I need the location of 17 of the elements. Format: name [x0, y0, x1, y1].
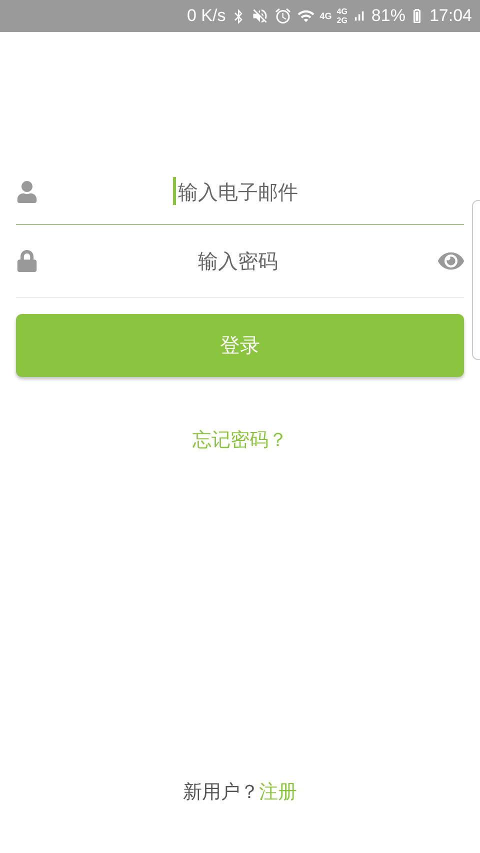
mute-icon [250, 7, 269, 25]
user-icon [16, 181, 38, 203]
password-field[interactable]: 输入密码 [38, 249, 438, 273]
forgot-password-link[interactable]: 忘记密码？ [192, 427, 288, 453]
signal-icon [352, 9, 366, 23]
signup-prompt: 新用户？ [183, 780, 259, 805]
clock: 17:04 [429, 6, 472, 26]
signup-link[interactable]: 注册 [259, 779, 297, 805]
network-type: 4G [336, 7, 348, 16]
email-field[interactable]: 输入电子邮件 [38, 180, 438, 204]
network-speed: 0 K/s [186, 6, 226, 26]
battery-percent: 81% [371, 6, 406, 26]
network-type: 2G [336, 16, 348, 25]
network-type: 4G [320, 11, 332, 21]
login-button[interactable]: 登录 [16, 314, 464, 377]
lock-icon [16, 250, 38, 272]
alarm-icon [274, 7, 292, 25]
